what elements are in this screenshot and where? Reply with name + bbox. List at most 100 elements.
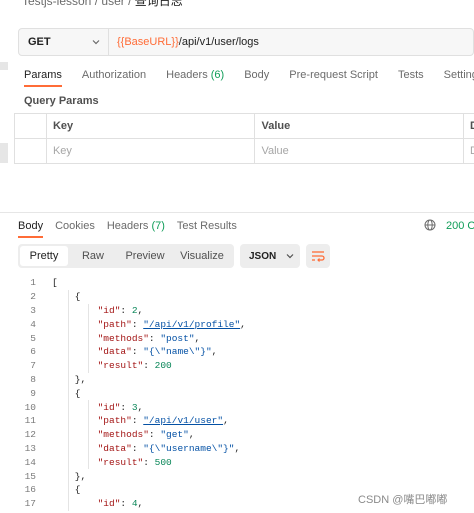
query-params-table: Key Value D Key Value D bbox=[14, 113, 474, 164]
line-number: 3 bbox=[30, 304, 36, 316]
url-input[interactable]: {{BaseURL}}/api/v1/user/logs bbox=[109, 36, 259, 48]
indent-guide bbox=[88, 303, 89, 373]
code-text: "result": 200 bbox=[97, 360, 172, 372]
line-number: 13 bbox=[24, 442, 36, 454]
indent-guide bbox=[68, 289, 69, 511]
code-line: 15 }, bbox=[0, 469, 474, 483]
response-tabs: Body Cookies Headers (7) Test Results bbox=[18, 220, 249, 238]
column-header-description: D bbox=[470, 120, 474, 132]
code-text: "data": "{\"name\"}", bbox=[97, 346, 218, 358]
tab-test-results[interactable]: Test Results bbox=[177, 220, 237, 232]
code-text: "result": 500 bbox=[97, 456, 172, 468]
raw-button[interactable]: Raw bbox=[68, 246, 118, 266]
code-text: { bbox=[52, 291, 81, 303]
line-number: 17 bbox=[24, 498, 36, 510]
method-select[interactable]: GET bbox=[19, 29, 109, 55]
tab-params[interactable]: Params bbox=[24, 69, 62, 87]
line-number: 9 bbox=[30, 387, 36, 399]
code-line: 4 "path": "/api/v1/profile", bbox=[0, 317, 474, 331]
column-header-key: Key bbox=[47, 114, 256, 138]
value-input[interactable]: Value bbox=[255, 139, 464, 163]
code-text: "path": "/api/v1/user", bbox=[97, 415, 229, 427]
code-line: 3 "id": 2, bbox=[0, 304, 474, 318]
code-line: 7 "result": 200 bbox=[0, 359, 474, 373]
query-params-title: Query Params bbox=[24, 95, 99, 107]
sidebar-edge-selected bbox=[0, 143, 8, 163]
line-number: 15 bbox=[24, 470, 36, 482]
line-number: 6 bbox=[30, 346, 36, 358]
response-headers-count: (7) bbox=[151, 220, 165, 232]
chevron-down-icon bbox=[286, 251, 294, 262]
method-label: GET bbox=[28, 36, 51, 48]
visualize-button[interactable]: Visualize bbox=[172, 246, 232, 266]
code-line: 2 { bbox=[0, 290, 474, 304]
tab-response-headers[interactable]: Headers (7) bbox=[107, 220, 165, 232]
code-text: "id": 4, bbox=[97, 498, 144, 510]
line-number: 11 bbox=[24, 415, 36, 427]
tab-body[interactable]: Body bbox=[244, 69, 269, 81]
chevron-down-icon bbox=[92, 36, 100, 48]
tab-settings[interactable]: Settings bbox=[444, 69, 474, 81]
tab-tests[interactable]: Tests bbox=[398, 69, 424, 81]
tab-authorization[interactable]: Authorization bbox=[82, 69, 146, 81]
indent-guide bbox=[88, 400, 89, 470]
line-number: 2 bbox=[30, 291, 36, 303]
watermark: CSDN @嘴巴嘟嘟 bbox=[358, 494, 448, 506]
pane-divider[interactable] bbox=[0, 212, 474, 213]
format-label: JSON bbox=[249, 250, 277, 262]
line-number: 1 bbox=[30, 277, 36, 289]
code-text: [ bbox=[52, 277, 58, 289]
pretty-button[interactable]: Pretty bbox=[20, 246, 68, 266]
url-variable: {{BaseURL}} bbox=[117, 36, 179, 48]
code-text: }, bbox=[52, 373, 87, 385]
breadcrumb: Testjs-lesson / user / 查询日志 bbox=[22, 0, 183, 9]
status-badge[interactable]: 200 OK bbox=[446, 220, 474, 232]
code-line: 11 "path": "/api/v1/user", bbox=[0, 414, 474, 428]
wrap-lines-button[interactable] bbox=[306, 244, 330, 268]
breadcrumb-separator: / bbox=[94, 0, 99, 8]
response-body-editor[interactable]: 1[2 {3 "id": 2, 4 "path": "/api/v1/profil… bbox=[0, 276, 474, 511]
line-number: 8 bbox=[30, 373, 36, 385]
line-number: 16 bbox=[24, 484, 36, 496]
tab-pre-request-script[interactable]: Pre-request Script bbox=[289, 69, 378, 81]
code-text: "path": "/api/v1/profile", bbox=[97, 318, 246, 330]
line-number: 14 bbox=[24, 456, 36, 468]
code-text: "id": 2, bbox=[97, 304, 144, 316]
headers-count: (6) bbox=[210, 69, 225, 81]
line-number: 7 bbox=[30, 360, 36, 372]
row-checkbox-cell bbox=[15, 139, 47, 163]
code-text: "id": 3, bbox=[97, 401, 144, 413]
breadcrumb-collection[interactable]: Testjs-lesson bbox=[22, 0, 91, 8]
request-tabs: Params Authorization Headers (6) Body Pr… bbox=[24, 69, 474, 87]
breadcrumb-separator: / bbox=[128, 0, 132, 8]
key-input[interactable]: Key bbox=[47, 139, 256, 163]
tab-headers[interactable]: Headers (6) bbox=[166, 69, 224, 81]
code-line: 10 "id": 3, bbox=[0, 400, 474, 414]
breadcrumb-folder[interactable]: user bbox=[101, 0, 124, 8]
description-input[interactable]: D bbox=[464, 139, 474, 163]
line-number: 10 bbox=[24, 401, 36, 413]
preview-button[interactable]: Preview bbox=[118, 246, 172, 266]
format-select[interactable]: JSON bbox=[240, 244, 300, 268]
code-text: { bbox=[52, 484, 81, 496]
sidebar-edge bbox=[0, 62, 8, 70]
wrap-lines-icon bbox=[312, 251, 325, 262]
breadcrumb-request[interactable]: 查询日志 bbox=[135, 0, 183, 8]
code-line: 13 "data": "{\"username\"}", bbox=[0, 442, 474, 456]
code-line: 8 }, bbox=[0, 373, 474, 387]
code-line: 9 { bbox=[0, 386, 474, 400]
tab-response-body[interactable]: Body bbox=[18, 220, 44, 238]
line-number: 4 bbox=[30, 318, 36, 330]
line-number: 12 bbox=[24, 429, 36, 441]
checkbox-column-header bbox=[15, 114, 47, 138]
code-text: "data": "{\"username\"}", bbox=[97, 442, 241, 454]
table-header-row: Key Value D bbox=[15, 114, 474, 139]
code-text: "methods": "get", bbox=[97, 429, 195, 441]
code-line: 1[ bbox=[0, 276, 474, 290]
code-text: }, bbox=[52, 470, 87, 482]
code-line: 14 "result": 500 bbox=[0, 455, 474, 469]
url-path: /api/v1/user/logs bbox=[178, 36, 259, 48]
view-mode-toggle: Pretty Raw Preview Visualize bbox=[18, 244, 234, 268]
tab-cookies[interactable]: Cookies bbox=[55, 220, 95, 232]
globe-icon[interactable] bbox=[424, 219, 436, 231]
